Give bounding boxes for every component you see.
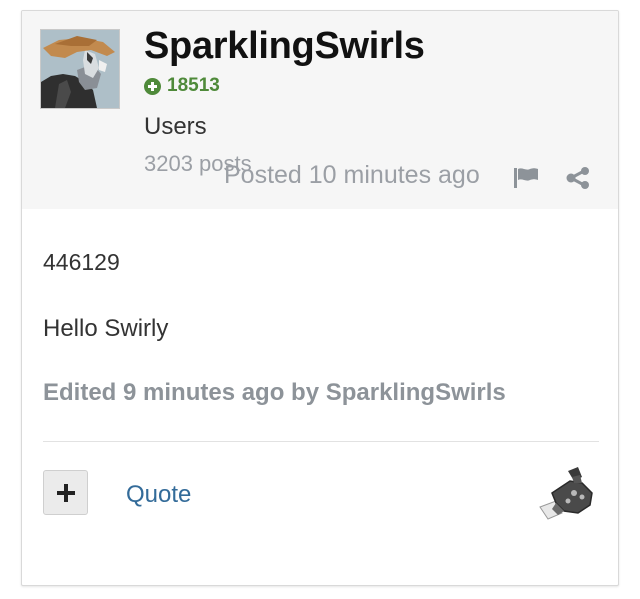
post-divider <box>43 441 599 442</box>
reputation-count: 18513 <box>167 75 220 96</box>
edited-note: Edited 9 minutes ago by SparklingSwirls <box>43 379 506 406</box>
post-header: SparklingSwirls 18513 Users 3203 posts P… <box>22 11 618 209</box>
signature-image <box>538 463 596 521</box>
forum-post-card: SparklingSwirls 18513 Users 3203 posts P… <box>21 10 619 586</box>
plus-icon <box>57 484 75 502</box>
quote-button[interactable]: Quote <box>126 481 191 509</box>
posted-time[interactable]: Posted 10 minutes ago <box>224 161 480 190</box>
author-username[interactable]: SparklingSwirls <box>144 25 425 68</box>
reputation-badge: 18513 <box>144 75 220 97</box>
post-content-text: Hello Swirly <box>43 315 169 342</box>
plus-circle-icon <box>144 77 161 95</box>
flag-icon[interactable] <box>513 167 539 189</box>
post-content-id: 446129 <box>43 249 120 275</box>
author-group: Users <box>144 113 207 140</box>
avatar-image <box>41 30 119 108</box>
share-icon[interactable] <box>566 167 590 189</box>
multiquote-button[interactable] <box>43 470 88 515</box>
user-avatar[interactable] <box>40 29 120 109</box>
